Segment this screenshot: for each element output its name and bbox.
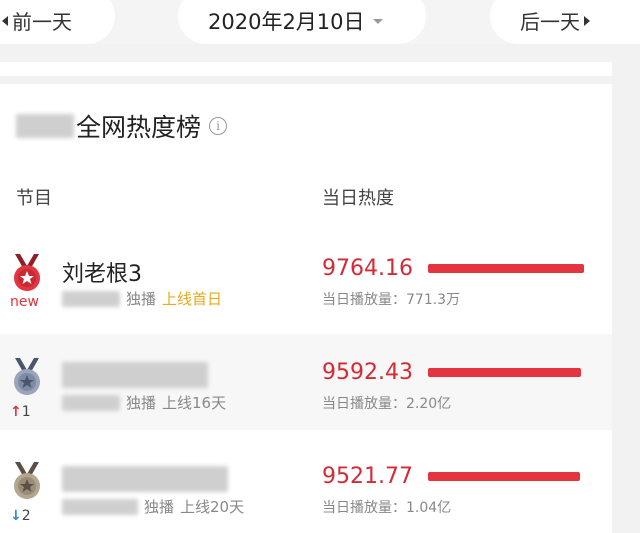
down-arrow-icon: ↓ <box>10 508 22 524</box>
up-arrow-icon: ↑ <box>10 404 22 420</box>
program-meta: 独播 上线首日 <box>62 288 222 309</box>
heat-bar <box>428 368 581 377</box>
date-selector[interactable]: 2020年2月10日 <box>208 6 383 36</box>
gold-medal-icon <box>14 254 40 291</box>
online-days-label: 上线20天 <box>180 498 245 516</box>
left-triangle-icon <box>2 15 8 26</box>
rank-change-new: new <box>10 294 39 310</box>
exclusive-label: 独播 <box>144 498 175 516</box>
card-strip <box>0 62 612 76</box>
rank-change-value: 2 <box>21 508 31 524</box>
blurred-program-name[interactable] <box>62 466 228 492</box>
rank-change-up: ↑1 <box>10 404 31 420</box>
ranking-row[interactable]: ↑1 独播 上线16天 9592.43 当日播放量：2.20亿 <box>0 334 612 430</box>
right-triangle-icon <box>584 15 590 26</box>
dropdown-triangle-icon <box>372 18 383 24</box>
program-name[interactable]: 刘老根3 <box>62 256 142 288</box>
exclusive-label: 独播 <box>126 394 157 412</box>
blurred-platform <box>62 394 120 411</box>
ranking-row[interactable]: ↓2 独播 上线20天 9521.77 当日播放量：1.04亿 <box>0 438 612 533</box>
board-title-text: 全网热度榜 <box>76 113 202 142</box>
heat-value: 9521.77 <box>322 464 413 489</box>
daily-plays: 当日播放量：2.20亿 <box>322 396 452 412</box>
column-header-program: 节目 <box>16 188 52 209</box>
column-header-heat: 当日热度 <box>322 188 394 209</box>
heat-bar <box>428 264 584 273</box>
heat-value: 9764.16 <box>322 256 413 281</box>
blurred-program-name[interactable] <box>62 362 208 388</box>
exclusive-label: 独播 <box>126 290 157 308</box>
ranking-card: 全网热度榜 i 节目 当日热度 new 刘老根3 独播 上线首日 9764.16… <box>0 84 612 533</box>
silver-medal-icon <box>14 358 40 395</box>
blurred-platform-name <box>16 114 74 138</box>
blurred-platform <box>62 498 138 515</box>
bronze-medal-icon <box>14 462 40 499</box>
heat-bar <box>428 472 580 481</box>
ranking-row[interactable]: new 刘老根3 独播 上线首日 9764.16 当日播放量：771.3万 <box>0 230 612 326</box>
rank-change-value: 1 <box>21 404 31 420</box>
prev-day-label: 前一天 <box>12 10 72 34</box>
date-label: 2020年2月10日 <box>208 10 365 34</box>
daily-plays: 当日播放量：1.04亿 <box>322 500 452 516</box>
blurred-name-block <box>62 362 208 388</box>
rank-change-down: ↓2 <box>10 508 31 524</box>
prev-day-button[interactable]: 前一天 <box>2 6 72 35</box>
blurred-platform <box>62 290 120 307</box>
heat-value: 9592.43 <box>322 360 413 385</box>
board-title: 全网热度榜 i <box>16 108 228 144</box>
next-day-button[interactable]: 后一天 <box>520 6 590 35</box>
program-meta: 独播 上线16天 <box>62 392 226 413</box>
program-meta: 独播 上线20天 <box>62 496 244 517</box>
date-navigation-bar: 前一天 2020年2月10日 后一天 <box>0 0 640 44</box>
online-days-label: 上线首日 <box>162 290 223 308</box>
info-icon[interactable]: i <box>209 117 228 135</box>
blurred-name-block <box>62 466 228 492</box>
online-days-label: 上线16天 <box>162 394 227 412</box>
next-day-label: 后一天 <box>520 10 580 34</box>
daily-plays: 当日播放量：771.3万 <box>322 292 461 308</box>
